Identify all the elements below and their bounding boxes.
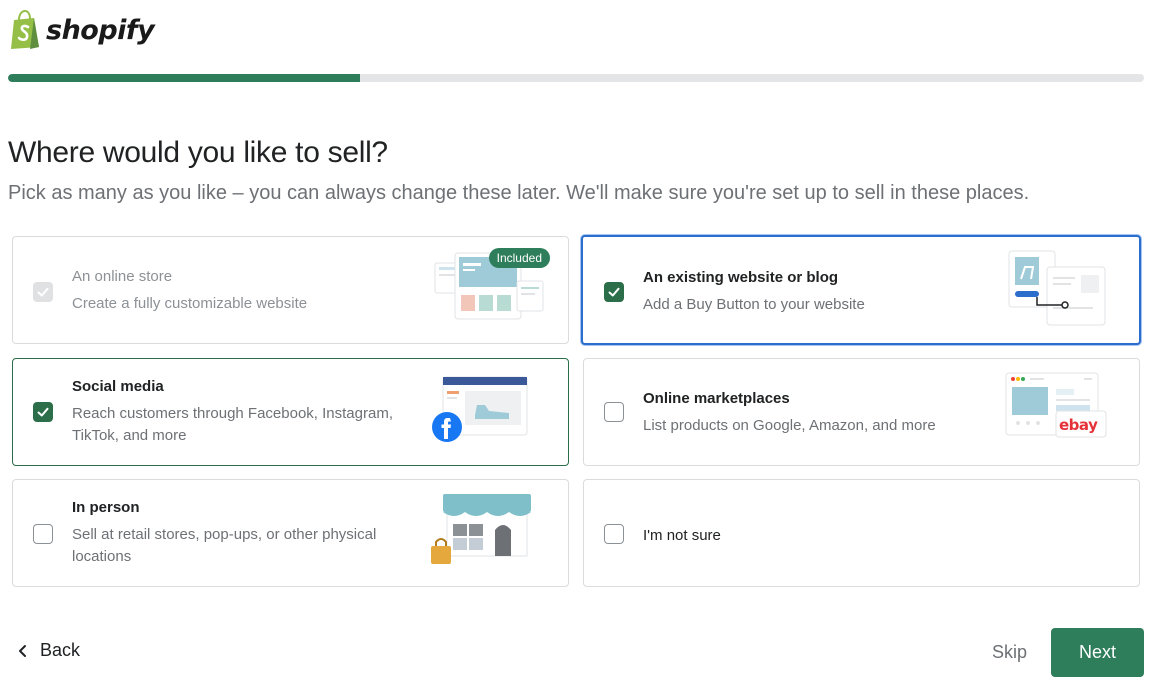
website-buy-button-illustration	[1008, 250, 1106, 326]
checkmark-icon	[608, 287, 620, 297]
marketplaces-illustration	[1005, 372, 1107, 438]
existing-website-checkbox[interactable]	[604, 282, 624, 302]
option-card-online-marketplaces[interactable]: Online marketplaces List products on Goo…	[583, 358, 1140, 466]
option-title: I'm not sure	[643, 527, 721, 544]
online-store-checkbox[interactable]	[33, 282, 53, 302]
option-card-existing-website[interactable]: An existing website or blog Add a Buy Bu…	[581, 235, 1141, 345]
skip-button[interactable]: Skip	[992, 642, 1027, 663]
brand-name: shopify	[46, 14, 155, 46]
option-card-online-store[interactable]: An online store Create a fully customiza…	[12, 236, 569, 344]
page-subtitle: Pick as many as you like – you can alway…	[8, 182, 1030, 204]
option-title: Social media	[72, 378, 164, 395]
progress-bar-fill	[8, 74, 361, 82]
ebay-logo-text: ebay	[1059, 416, 1098, 434]
storefront-illustration	[431, 494, 531, 564]
ebay-logo: ebay	[1059, 416, 1098, 434]
option-card-social-media[interactable]: Social media Reach customers through Fac…	[12, 358, 569, 466]
checkmark-icon	[37, 287, 49, 297]
option-card-in-person[interactable]: In person Sell at retail stores, pop-ups…	[12, 479, 569, 587]
social-media-illustration	[432, 376, 528, 442]
back-label: Back	[40, 640, 81, 660]
option-description: Add a Buy Button to your website	[643, 296, 865, 313]
included-badge: Included	[488, 248, 550, 268]
social-media-checkbox[interactable]	[33, 402, 53, 422]
shopify-logo: shopify	[8, 10, 155, 50]
next-button[interactable]: Next	[1051, 628, 1144, 677]
checkmark-icon	[37, 407, 49, 417]
chevron-left-icon	[19, 644, 26, 657]
progress-bar	[8, 74, 1144, 82]
option-description: List products on Google, Amazon, and mor…	[643, 417, 936, 434]
online-marketplaces-checkbox[interactable]	[604, 402, 624, 422]
in-person-checkbox[interactable]	[33, 524, 53, 544]
option-description: Sell at retail stores, pop-ups, or other…	[72, 526, 377, 565]
option-card-not-sure[interactable]: I'm not sure	[583, 479, 1140, 587]
not-sure-checkbox[interactable]	[604, 524, 624, 544]
option-title: In person	[72, 499, 140, 516]
page-title: Where would you like to sell?	[8, 136, 388, 169]
back-button[interactable]: Back	[16, 640, 80, 661]
option-description: Create a fully customizable website	[72, 295, 308, 312]
option-title: An online store	[72, 268, 173, 285]
option-title: An existing website or blog	[643, 269, 839, 286]
option-description: Reach customers through Facebook, Instag…	[72, 405, 393, 444]
option-title: Online marketplaces	[643, 390, 790, 407]
shopify-bag-icon	[11, 10, 39, 49]
